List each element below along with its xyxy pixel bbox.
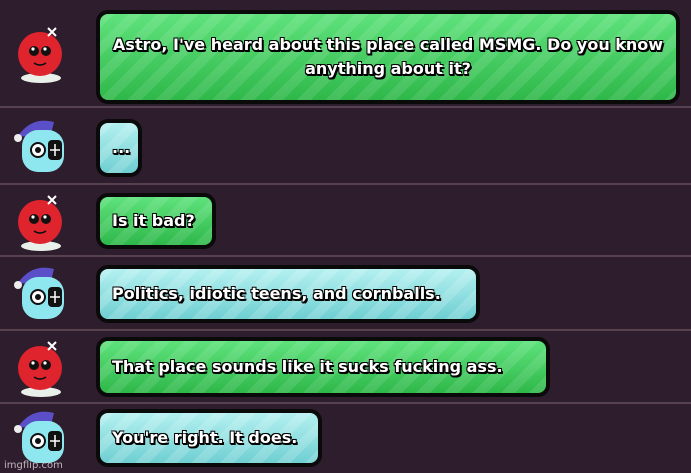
- red-character-avatar-icon: [18, 195, 62, 251]
- message-bubble-blue: ...: [96, 119, 142, 177]
- blue-character-avatar-icon: [14, 120, 64, 172]
- message-bubble-red: That place sounds like it sucks fucking …: [96, 337, 550, 397]
- message-text: Is it bad?: [112, 211, 195, 230]
- chat-row: That place sounds like it sucks fucking …: [0, 331, 691, 404]
- chat-row: ...: [0, 108, 691, 185]
- message-text: You're right. It does.: [112, 428, 298, 447]
- message-bubble-blue: You're right. It does.: [96, 409, 322, 467]
- message-text: ...: [112, 138, 131, 157]
- chat-row: Astro, I've heard about this place calle…: [0, 0, 691, 108]
- red-character-avatar-icon: [18, 341, 62, 397]
- message-text: Astro, I've heard about this place calle…: [112, 35, 664, 78]
- blue-character-avatar-icon: [14, 267, 64, 319]
- red-character-avatar-icon: [18, 27, 62, 83]
- message-text: That place sounds like it sucks fucking …: [112, 357, 503, 376]
- watermark: imgflip.com: [4, 460, 63, 471]
- message-bubble-red: Is it bad?: [96, 193, 216, 249]
- message-bubble-blue: Politics, idiotic teens, and cornballs.: [96, 265, 480, 323]
- chat-row: Is it bad?: [0, 185, 691, 257]
- chat-row: You're right. It does.: [0, 404, 691, 473]
- chat-row: Politics, idiotic teens, and cornballs.: [0, 257, 691, 331]
- message-bubble-red: Astro, I've heard about this place calle…: [96, 10, 680, 104]
- message-text: Politics, idiotic teens, and cornballs.: [112, 284, 441, 303]
